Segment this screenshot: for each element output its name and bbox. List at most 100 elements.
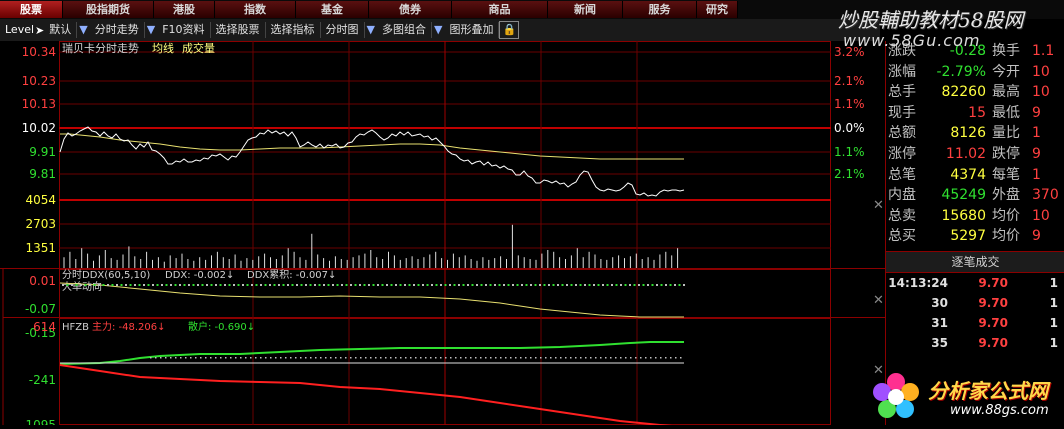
ddx-tick-label: -0.07 (25, 302, 56, 316)
timeshare-chart[interactable]: 瑞贝卡分时走势 均线 成交量 10.34 10.23 10.13 10.02 9.91 9… (0, 41, 885, 429)
trade-time: 31 (931, 315, 948, 330)
hfzb-header: HFZB (62, 322, 89, 333)
hfzb-dot (300, 357, 302, 359)
hfzb-dot (510, 357, 512, 359)
nav-tab[interactable]: 港股 (154, 1, 215, 18)
hfzb-dot (335, 357, 337, 359)
quote-label: 均价 (992, 228, 1020, 245)
nav-tab[interactable]: 指数 (215, 1, 296, 18)
quote-label: 现手 (888, 104, 916, 121)
ddx-dot (363, 284, 366, 286)
quote-label: 外盘 (992, 187, 1020, 204)
ddx-dot (399, 284, 402, 286)
trade-row[interactable]: 31 9.70 1 (886, 313, 1064, 333)
multi-chart-button[interactable]: 多图组合 (377, 22, 432, 38)
ddx-dot (138, 284, 141, 286)
hfzb-dot (260, 357, 262, 359)
trade-row[interactable]: 14:13:24 9.70 1 (886, 273, 1064, 293)
hfzb-dot (250, 357, 252, 359)
ddx-tick-label: 0.01 (29, 274, 56, 288)
ddx-dot (251, 284, 253, 286)
nav-tab[interactable]: 股票 (0, 1, 63, 18)
ddx-dot (336, 284, 339, 286)
trade-price: 9.70 (978, 275, 1008, 290)
hfzb-dot (170, 357, 172, 359)
nav-tab[interactable]: 股指期货 (63, 1, 154, 18)
trade-row[interactable]: 30 9.70 1 (886, 293, 1064, 313)
ddx-dot (300, 284, 303, 286)
hfzb-dot (355, 357, 357, 359)
lock-icon[interactable]: 🔒 (499, 21, 520, 39)
f10-button[interactable]: F10资料 (157, 22, 211, 38)
ddx-dot (390, 284, 393, 286)
trades-list[interactable]: 14:13:24 9.70 1 30 9.70 1 31 9.70 1 35 9.70 1 (886, 273, 1064, 353)
ddx-dot (188, 284, 190, 286)
ddx-dot (278, 284, 280, 286)
timeshare-chart-button[interactable]: 分时图 (321, 22, 365, 38)
nav-tab[interactable]: 债券 (369, 1, 452, 18)
quote-value: 1.1 (1032, 43, 1055, 59)
percent-tick-label: 1.1% (834, 145, 865, 159)
hfzb-dot (430, 357, 432, 359)
quote-label: 今开 (992, 63, 1020, 80)
ddx-dot (678, 284, 681, 286)
quote-label: 总手 (888, 84, 916, 101)
hfzb-dot (375, 357, 377, 359)
dropdown-arrow-icon[interactable]: ▼ (145, 22, 157, 38)
dropdown-arrow-icon[interactable]: ▼ (432, 22, 444, 38)
hfzb-dot (565, 357, 567, 359)
ddx-dot (237, 284, 240, 286)
ddx-dot (269, 284, 271, 286)
close-icon[interactable]: ✕ (873, 198, 884, 213)
avg-line-label: 均线 (152, 41, 174, 55)
ddx-dot (606, 284, 609, 286)
hfzb-dot (610, 357, 612, 359)
timeshare-button[interactable]: 分时走势 (90, 22, 145, 38)
nav-tab[interactable]: 商品 (452, 1, 548, 18)
quote-row: 总额 8126 量比 1 (886, 123, 1064, 144)
quote-row: 涨幅 -2.79% 今开 10 (886, 62, 1064, 83)
ddx-dot (120, 284, 123, 286)
nav-tab[interactable]: 新闻 (548, 1, 623, 18)
ddx-dot (260, 284, 262, 286)
price-tick-label: 10.02 (22, 121, 56, 135)
nav-tab[interactable]: 基金 (296, 1, 369, 18)
quote-label: 换手 (992, 43, 1020, 59)
overlay-button[interactable]: 图形叠加 (444, 22, 500, 38)
price-tick-label: 10.13 (22, 97, 56, 111)
level-label: Level (5, 23, 35, 36)
quote-value: 9 (1032, 104, 1041, 121)
ddx-dot (624, 284, 627, 286)
hfzb-dot (625, 357, 627, 359)
ddx-dot (156, 284, 159, 286)
close-icon[interactable]: ✕ (873, 293, 884, 308)
select-indicator-button[interactable]: 选择指标 (266, 22, 321, 38)
ddx-dot (174, 284, 177, 286)
nav-tab[interactable]: 服务 (623, 1, 697, 18)
chart-area[interactable]: 瑞贝卡分时走势 均线 成交量 10.34 10.23 10.13 10.02 9.91 9… (0, 41, 885, 429)
ddx-value: DDX: -0.002↓ (165, 270, 234, 281)
nav-tab[interactable]: 研究 (697, 1, 738, 18)
hfzb-dot (550, 357, 552, 359)
hfzb-dot (220, 357, 222, 359)
volume-tick-label: 1351 (25, 241, 56, 255)
ddx-dot (669, 284, 672, 286)
hfzb-dot (160, 357, 162, 359)
ddx-dot (458, 284, 460, 286)
hfzb-dot (270, 357, 272, 359)
ddx-dot (170, 284, 172, 286)
hfzb-dot (595, 357, 597, 359)
select-stock-button[interactable]: 选择股票 (211, 22, 266, 38)
watermark-top-url: www.58Gu.com (843, 31, 981, 50)
quote-row: 内盘 45249 外盘 370 (886, 185, 1064, 206)
hfzb-dot (310, 357, 312, 359)
ddx-dot (656, 284, 658, 286)
default-button[interactable]: 默认 (44, 22, 78, 38)
hfzb-dot (155, 357, 157, 359)
dropdown-arrow-icon[interactable]: ▼ (77, 22, 89, 38)
trade-row[interactable]: 35 9.70 1 (886, 333, 1064, 353)
hfzb-dot (585, 357, 587, 359)
trade-price: 9.70 (978, 335, 1008, 350)
dropdown-arrow-icon[interactable]: ▼ (365, 22, 377, 38)
hfzb-dot (185, 357, 187, 359)
